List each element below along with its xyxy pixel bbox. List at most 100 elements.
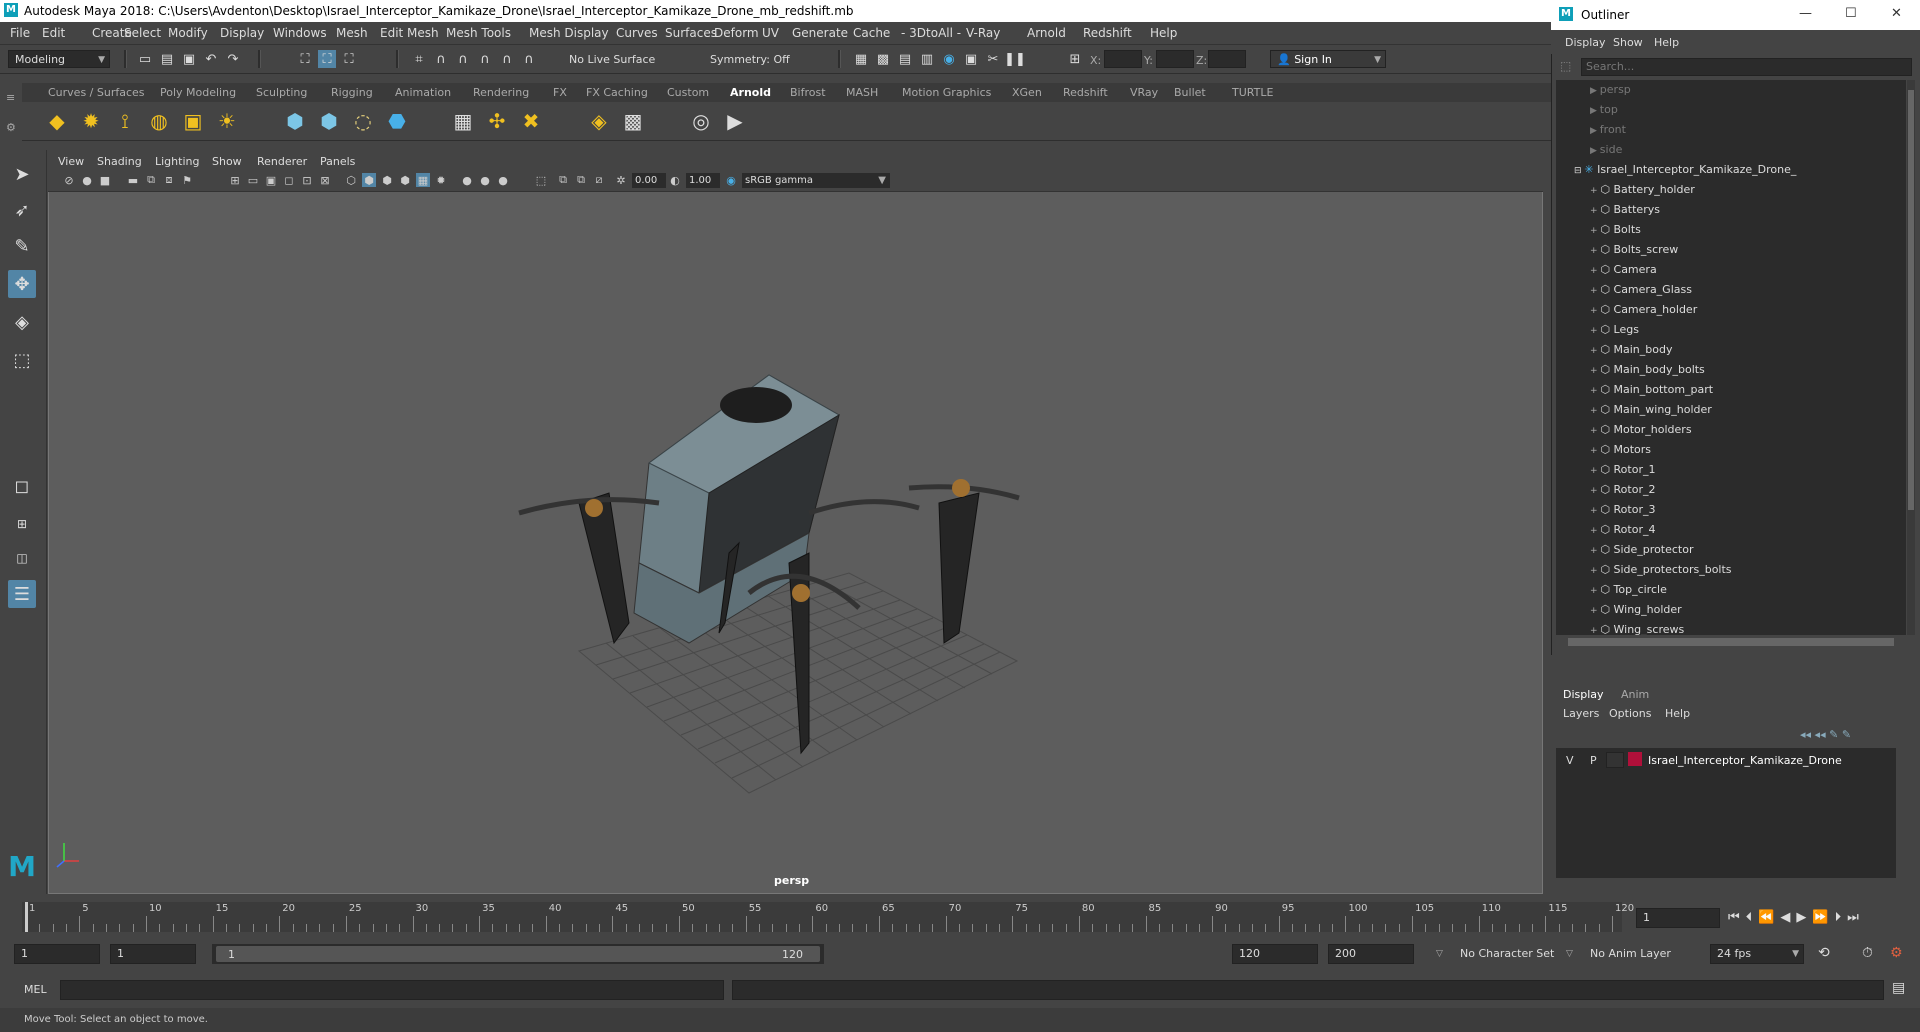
shelf-tab-custom[interactable]: Custom bbox=[667, 86, 709, 99]
shelf-tab-bullet[interactable]: Bullet bbox=[1174, 86, 1206, 99]
layer-tab-display[interactable]: Display bbox=[1563, 688, 1604, 701]
outliner-item-mesh[interactable]: + ⬡ Bolts bbox=[1590, 220, 1641, 240]
outliner-item-mesh[interactable]: + ⬡ Camera_holder bbox=[1590, 300, 1697, 320]
outliner-item-mesh[interactable]: + ⬡ Main_body bbox=[1590, 340, 1672, 360]
shadows-icon[interactable]: ✹ bbox=[434, 173, 448, 187]
isolate-select-icon[interactable]: ⬚ bbox=[534, 173, 548, 187]
shelf-tab-vray[interactable]: VRay bbox=[1130, 86, 1158, 99]
shelf-menu-icon[interactable]: ≡ bbox=[6, 91, 15, 104]
shelf-tab-motion-graphics[interactable]: Motion Graphics bbox=[902, 86, 991, 99]
outliner-item-camera[interactable]: ▶ front bbox=[1590, 120, 1626, 140]
shelf-tab-curves-surfaces[interactable]: Curves / Surfaces bbox=[48, 86, 145, 99]
y-field[interactable] bbox=[1156, 50, 1194, 68]
scrollbar-thumb[interactable] bbox=[1908, 90, 1914, 510]
outliner-menu-display[interactable]: Display bbox=[1565, 36, 1606, 49]
animation-preferences-icon[interactable]: ⚙ bbox=[1890, 945, 1903, 961]
animation-end-field[interactable]: 200 bbox=[1328, 944, 1414, 964]
layer-name[interactable]: Israel_Interceptor_Kamikaze_Drone bbox=[1648, 754, 1842, 767]
exposure-field[interactable]: 0.00 bbox=[632, 173, 666, 188]
expand-icon[interactable]: + bbox=[1590, 486, 1600, 496]
expand-icon[interactable]: + bbox=[1590, 606, 1600, 616]
grid-toggle-icon[interactable]: ⊞ bbox=[228, 173, 242, 187]
shelf-tab-rigging[interactable]: Rigging bbox=[331, 86, 373, 99]
outliner-item-mesh[interactable]: + ⬡ Legs bbox=[1590, 320, 1639, 340]
layer-menu-options[interactable]: Options bbox=[1609, 707, 1651, 720]
xray-joints-icon[interactable]: ⧉ bbox=[574, 173, 588, 187]
save-scene-icon[interactable]: ▣ bbox=[180, 50, 198, 68]
range-slider-track[interactable]: 1 120 bbox=[212, 944, 824, 964]
open-scene-icon[interactable]: ▤ bbox=[158, 50, 176, 68]
shelf-tab-bifrost[interactable]: Bifrost bbox=[790, 86, 826, 99]
expand-icon[interactable]: + bbox=[1590, 226, 1600, 236]
render-setup-icon[interactable]: ▣ bbox=[962, 50, 980, 68]
outliner-item-mesh[interactable]: + ⬡ Side_protector bbox=[1590, 540, 1694, 560]
menu-edit-mesh[interactable]: Edit Mesh bbox=[380, 26, 439, 40]
arnold-light-manager-icon[interactable]: ◈ bbox=[586, 108, 612, 134]
viewport-menu-panels[interactable]: Panels bbox=[320, 155, 355, 168]
step-forward-icon[interactable]: ⏵ bbox=[1835, 910, 1848, 925]
camera-select-icon[interactable]: ⊘ bbox=[62, 173, 76, 187]
shelf-tab-sculpting[interactable]: Sculpting bbox=[256, 86, 307, 99]
step-back-key-icon[interactable]: ⏪ bbox=[1758, 910, 1780, 925]
menu-3dtoall[interactable]: - 3DtoAll - bbox=[901, 26, 961, 40]
menu-mesh-display[interactable]: Mesh Display bbox=[529, 26, 609, 40]
outliner-item-mesh[interactable]: + ⬡ Battery_holder bbox=[1590, 180, 1695, 200]
render-view-icon[interactable]: ▦ bbox=[852, 50, 870, 68]
menu-cache[interactable]: Cache bbox=[853, 26, 890, 40]
arnold-standin-icon[interactable]: ⬢ bbox=[282, 108, 308, 134]
two-d-pan-icon[interactable]: ⧉ bbox=[144, 173, 158, 187]
fps-dropdown[interactable]: 24 fps ▼ bbox=[1710, 944, 1804, 964]
new-layer-icon[interactable]: ✎ bbox=[1829, 728, 1842, 741]
anti-aliasing-icon[interactable]: ● bbox=[496, 173, 510, 187]
scale-tool-icon[interactable]: ⬚ bbox=[8, 346, 36, 374]
menu-arnold[interactable]: Arnold bbox=[1027, 26, 1066, 40]
live-surface-dropdown[interactable]: No Live Surface bbox=[562, 50, 662, 68]
paint-select-tool-icon[interactable]: ✎ bbox=[8, 232, 36, 260]
script-editor-icon[interactable]: ▤ bbox=[1892, 980, 1905, 996]
outliner-item-mesh[interactable]: + ⬡ Bolts_screw bbox=[1590, 240, 1678, 260]
redo-icon[interactable]: ↷ bbox=[224, 50, 242, 68]
lasso-tool-icon[interactable]: ➶ bbox=[8, 196, 36, 224]
color-management-icon[interactable]: ◉ bbox=[724, 173, 738, 187]
expand-icon[interactable]: + bbox=[1590, 526, 1600, 536]
outliner-item-mesh[interactable]: + ⬡ Batterys bbox=[1590, 200, 1660, 220]
close-icon[interactable]: ✕ bbox=[1891, 6, 1902, 21]
move-layer-up-icon[interactable]: ◂◂ bbox=[1800, 728, 1815, 741]
image-plane-icon[interactable]: ▬ bbox=[126, 173, 140, 187]
snap-curve-icon[interactable]: ∩ bbox=[432, 50, 450, 68]
shelf-tab-fx-caching[interactable]: FX Caching bbox=[586, 86, 648, 99]
use-lights-icon[interactable]: ▦ bbox=[416, 173, 430, 187]
menu-surfaces[interactable]: Surfaces bbox=[665, 26, 717, 40]
layer-reference-toggle[interactable] bbox=[1606, 752, 1624, 768]
outliner-menu-help[interactable]: Help bbox=[1654, 36, 1679, 49]
filter-icon[interactable]: ⬚ bbox=[1560, 59, 1571, 73]
layer-menu-layers[interactable]: Layers bbox=[1563, 707, 1599, 720]
playback-end-field[interactable]: 120 bbox=[1232, 944, 1318, 964]
gate-mask-icon[interactable]: ◻ bbox=[282, 173, 296, 187]
minimize-icon[interactable]: — bbox=[1799, 6, 1812, 21]
arnold-license-icon[interactable]: ▩ bbox=[620, 108, 646, 134]
screen-space-ao-icon[interactable]: ● bbox=[460, 173, 474, 187]
render-frame-icon[interactable]: ▩ bbox=[874, 50, 892, 68]
outliner-item-camera[interactable]: ▶ top bbox=[1590, 100, 1618, 120]
shelf-tab-xgen[interactable]: XGen bbox=[1012, 86, 1042, 99]
current-time-indicator[interactable] bbox=[25, 902, 28, 932]
arnold-texture-icon[interactable]: ▦ bbox=[450, 108, 476, 134]
time-slider-track[interactable]: 1 5 10 15 20 25 30 35 40 45 50 55 60 65 70 75 80 85 90 95 10… bbox=[22, 902, 1634, 932]
current-frame-field[interactable]: 1 bbox=[1636, 908, 1720, 928]
select-hierarchy-icon[interactable]: ⛶ bbox=[296, 50, 314, 68]
viewport-3d[interactable] bbox=[48, 152, 1543, 894]
menu-help[interactable]: Help bbox=[1150, 26, 1177, 40]
menu-windows[interactable]: Windows bbox=[273, 26, 327, 40]
select-component-icon[interactable]: ⛶ bbox=[340, 50, 358, 68]
expand-icon[interactable]: + bbox=[1590, 586, 1600, 596]
arnold-physical-sky-icon[interactable]: ☀ bbox=[214, 108, 240, 134]
arnold-render-icon[interactable]: ▶ bbox=[722, 108, 748, 134]
outliner-item-group[interactable]: ⊟ ✳ Israel_Interceptor_Kamikaze_Drone_ bbox=[1574, 160, 1796, 180]
shelf-tab-animation[interactable]: Animation bbox=[395, 86, 451, 99]
arnold-render-view-icon[interactable]: ◎ bbox=[688, 108, 714, 134]
expand-icon[interactable]: + bbox=[1590, 426, 1600, 436]
lock-icon[interactable]: ⊞ bbox=[1066, 50, 1084, 68]
outliner-item-mesh[interactable]: + ⬡ Camera bbox=[1590, 260, 1657, 280]
outliner-item-mesh[interactable]: + ⬡ Wing_screws bbox=[1590, 620, 1684, 635]
